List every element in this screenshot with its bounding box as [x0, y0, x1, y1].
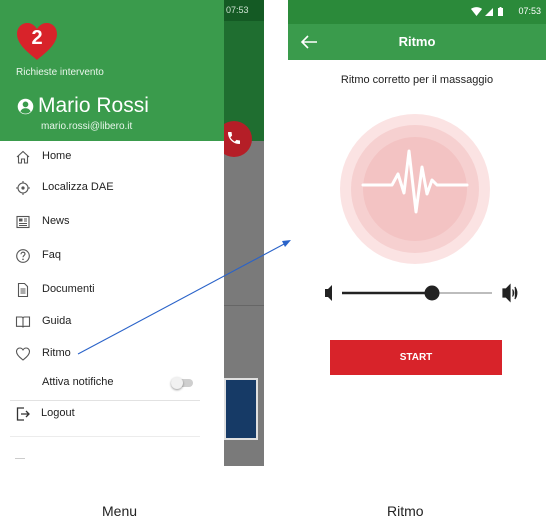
menu-item-label: Guida [42, 315, 72, 327]
volume-mute-icon [325, 285, 332, 301]
user-name: Mario Rossi [38, 94, 149, 117]
status-icons [471, 7, 503, 16]
phone-icon [228, 132, 240, 144]
menu-item-label: Localizza DAE [42, 181, 114, 193]
menu-item-label: Home [42, 150, 72, 162]
drawer-divider [10, 436, 200, 437]
locate-icon [16, 181, 30, 195]
menu-item-localizza-dae[interactable]: Localizza DAE [0, 174, 224, 202]
notifications-row: Attiva notifiche [0, 368, 224, 396]
menu-item-label: Faq [42, 249, 61, 261]
notifications-toggle[interactable] [171, 377, 193, 389]
logout-label: Logout [41, 407, 75, 419]
background-app-header: 07:53 [224, 0, 264, 141]
requests-count: 2 [31, 27, 43, 49]
navigation-drawer: 2 Richieste intervento Mario Rossi mario… [0, 0, 224, 466]
app-bar: Ritmo [288, 24, 546, 60]
volume-thumb [424, 285, 440, 301]
menu-item-label: Documenti [42, 283, 95, 295]
menu-item-faq[interactable]: Faq [0, 242, 224, 270]
menu-item-news[interactable]: News [0, 208, 224, 236]
volume-slider[interactable] [322, 282, 520, 304]
book-icon [15, 316, 31, 328]
menu-item-guida[interactable]: Guida [0, 308, 224, 336]
background-status-time: 07:53 [224, 0, 264, 21]
caption-ritmo: Ritmo [387, 503, 424, 519]
menu-item-logout[interactable]: Logout [0, 400, 224, 428]
requests-label: Richieste intervento [16, 67, 104, 78]
drawer-header: 2 Richieste intervento Mario Rossi mario… [0, 0, 224, 141]
heart-outline-icon [15, 347, 31, 361]
caption-menu: Menu [102, 503, 138, 519]
logout-icon [16, 407, 30, 421]
menu-item-home[interactable]: Home [0, 143, 224, 171]
toggle-thumb [171, 377, 183, 389]
status-bar: 07:53 [288, 0, 546, 24]
background-app: 07:53 [216, 0, 264, 466]
drawer-scroll-hint [15, 458, 25, 459]
menu-item-documenti[interactable]: Documenti [0, 276, 224, 304]
background-card [224, 378, 258, 440]
menu-screen: 07:53 2 Richieste intervento Mario Rossi… [0, 0, 264, 466]
screen-title: Ritmo [398, 34, 436, 49]
news-icon [16, 215, 30, 229]
help-icon [16, 249, 30, 263]
status-time: 07:53 [518, 6, 541, 16]
background-divider [224, 305, 264, 306]
menu-item-label: News [42, 215, 70, 227]
ritmo-screen: 07:53 Ritmo Ritmo corretto per il massag… [288, 0, 546, 466]
ritmo-caption: Ritmo corretto per il massaggio [340, 74, 494, 86]
volume-up-icon [502, 283, 518, 303]
user-email: mario.rossi@libero.it [41, 121, 133, 132]
document-icon [17, 282, 29, 298]
home-icon [16, 150, 30, 164]
menu-item-label: Ritmo [42, 347, 71, 359]
start-button[interactable]: START [330, 340, 502, 375]
account-circle-icon [17, 98, 34, 115]
menu-item-ritmo[interactable]: Ritmo [0, 340, 224, 368]
notifications-label: Attiva notifiche [42, 376, 114, 388]
pulse-indicator [340, 114, 490, 264]
